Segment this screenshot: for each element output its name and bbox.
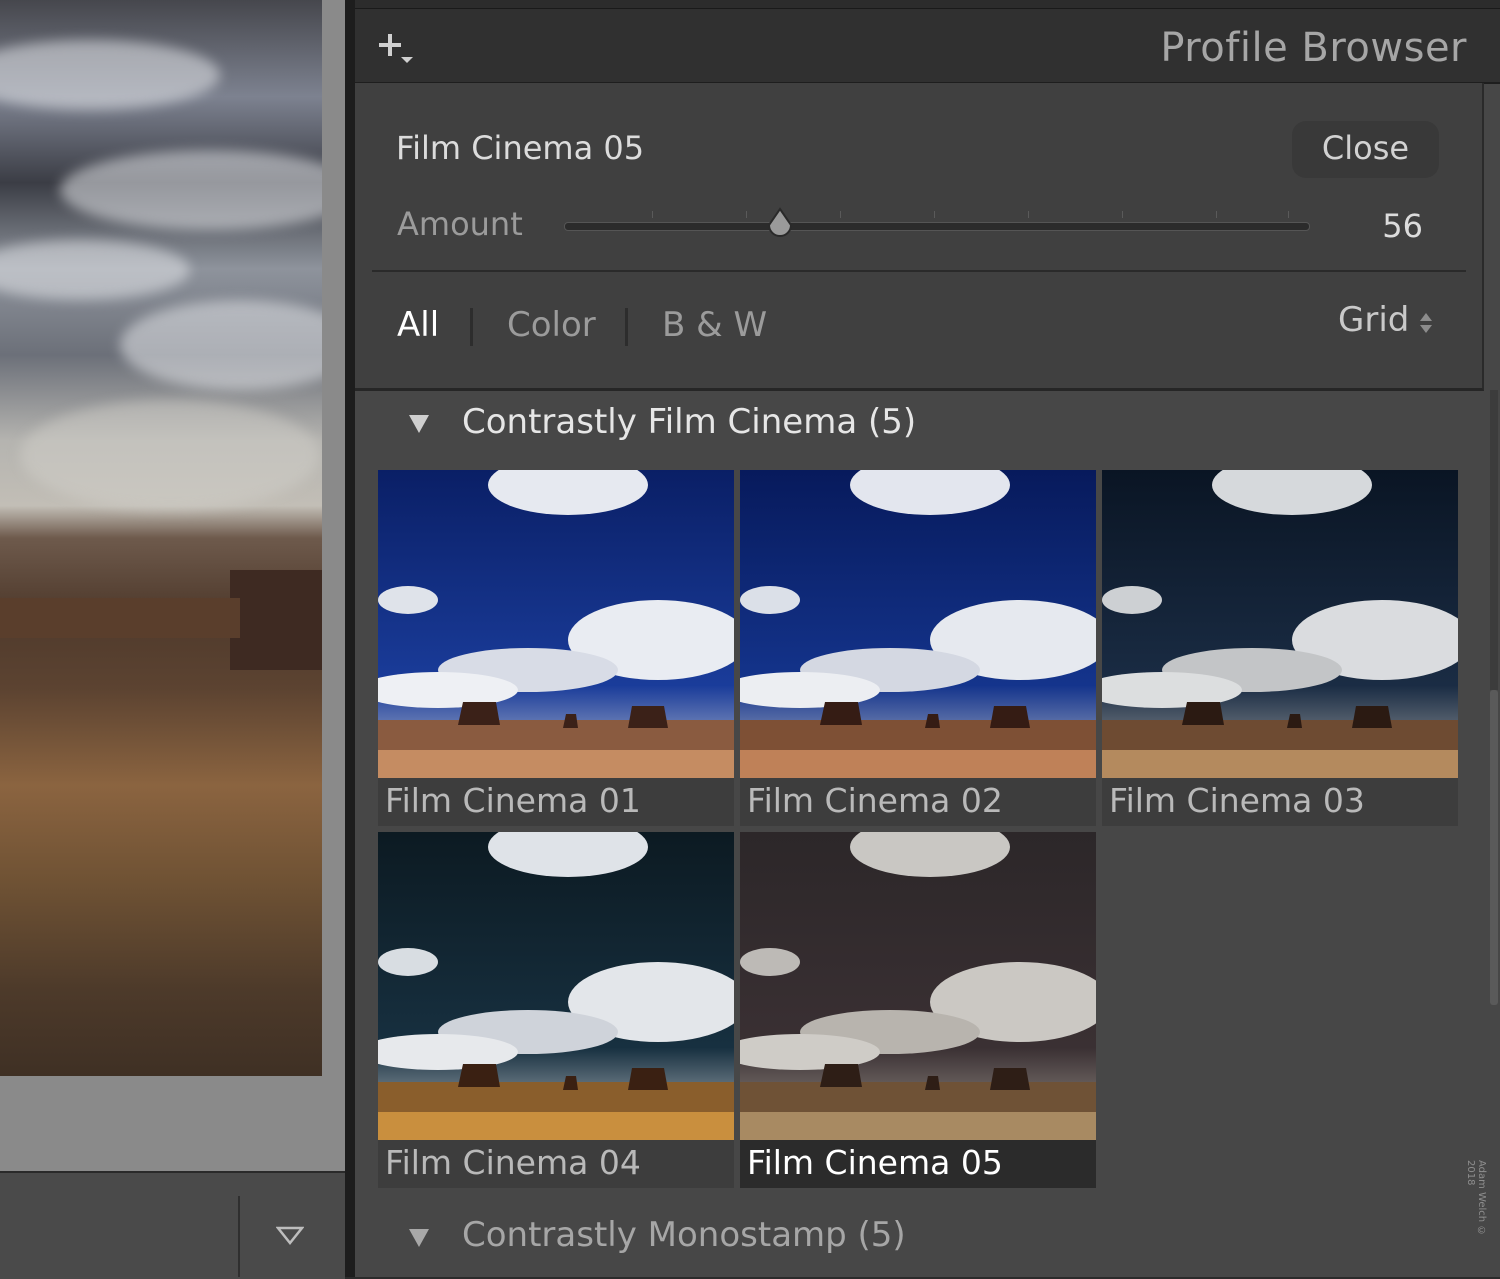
profile-thumbnail-selected[interactable]: Film Cinema 05 [740, 832, 1096, 1188]
profile-name: Film Cinema 01 [378, 778, 734, 826]
filmstrip-bar [0, 1171, 345, 1279]
profile-name: Film Cinema 05 [740, 1140, 1096, 1188]
filter-color[interactable]: Color [507, 305, 596, 345]
panel-divider [345, 0, 355, 1277]
filter-bw[interactable]: B & W [662, 305, 767, 345]
current-profile-name: Film Cinema 05 [396, 129, 644, 167]
profile-thumbnail[interactable]: Film Cinema 04 [378, 832, 734, 1188]
thumbnail-image [1102, 470, 1458, 778]
slider-tick [1028, 211, 1029, 218]
slider-tick [652, 211, 653, 218]
amount-slider[interactable] [564, 222, 1310, 231]
expand-triangle-icon[interactable] [407, 413, 431, 435]
slider-tick [746, 211, 747, 218]
close-button[interactable]: Close [1292, 121, 1439, 178]
profile-thumbnail[interactable]: Film Cinema 02 [740, 470, 1096, 826]
slider-tick [1216, 211, 1217, 218]
profile-name: Film Cinema 04 [378, 1140, 734, 1188]
expand-triangle-icon[interactable] [407, 1227, 431, 1249]
photo-preview-area [0, 0, 345, 1277]
slider-thumb[interactable] [766, 207, 794, 239]
profile-thumbnail[interactable]: Film Cinema 01 [378, 470, 734, 826]
profile-name: Film Cinema 02 [740, 778, 1096, 826]
filter-separator [470, 308, 473, 346]
watermark: Adam Welch © 2018 [1473, 1160, 1487, 1260]
profile-browser-panel: Profile Browser Film Cinema 05 Close Amo… [355, 0, 1500, 1277]
filter-all[interactable]: All [397, 305, 439, 345]
amount-label: Amount [397, 205, 523, 243]
main-photo [0, 0, 322, 1076]
profile-name: Film Cinema 03 [1102, 778, 1458, 826]
slider-tick [934, 211, 935, 218]
slider-tick [1122, 211, 1123, 218]
plus-dropdown-icon[interactable] [375, 31, 415, 65]
panel-title: Profile Browser [1160, 25, 1467, 71]
scrollbar-thumb[interactable] [1490, 690, 1498, 1005]
group-header[interactable]: Contrastly Film Cinema (5) [462, 402, 916, 442]
panel-top-edge [355, 0, 1500, 9]
amount-value[interactable]: 56 [1382, 207, 1423, 245]
group-header[interactable]: Contrastly Monostamp (5) [462, 1215, 906, 1255]
panel-header: Profile Browser [355, 9, 1500, 84]
thumbnail-image [740, 470, 1096, 778]
scrollbar-track [1490, 390, 1498, 690]
profile-thumbnail[interactable]: Film Cinema 03 [1102, 470, 1458, 826]
thumbnail-image [378, 470, 734, 778]
view-mode-select[interactable]: Grid [1338, 300, 1409, 340]
select-arrows-icon[interactable] [1419, 310, 1433, 336]
filter-separator [625, 308, 628, 346]
separator [372, 270, 1466, 272]
thumbnail-image [740, 832, 1096, 1140]
profile-controls: Film Cinema 05 Close Amount 56 All Color… [355, 83, 1484, 391]
collapse-triangle-icon[interactable] [276, 1226, 304, 1246]
slider-tick [1288, 211, 1289, 218]
slider-tick [840, 211, 841, 218]
thumbnail-image [378, 832, 734, 1140]
divider [238, 1196, 240, 1277]
